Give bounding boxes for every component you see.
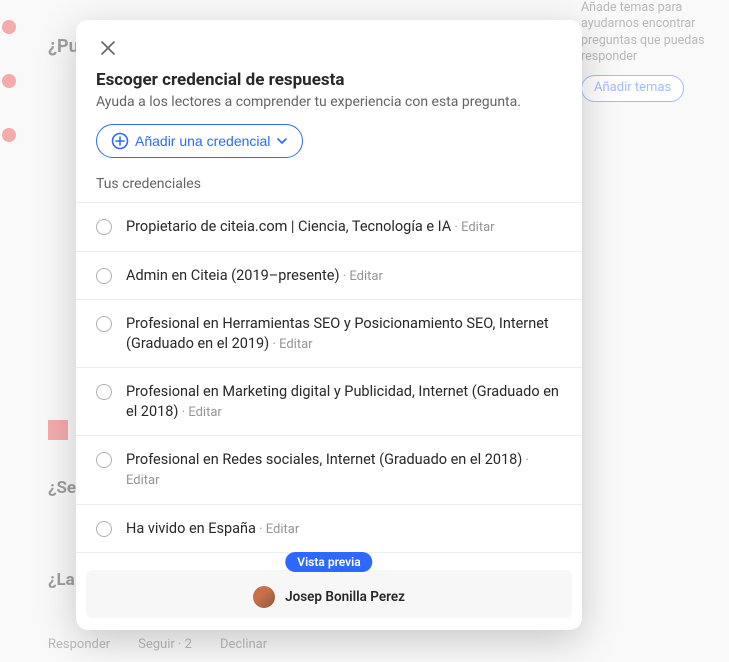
radio-button[interactable] xyxy=(96,521,112,537)
credential-item[interactable]: Profesional en Redes sociales, Internet … xyxy=(76,436,582,504)
edit-link[interactable]: Editar xyxy=(461,220,495,235)
credential-text: Profesional en Redes sociales, Internet … xyxy=(126,450,562,489)
credential-list: Propietario de citeia.com | Ciencia, Tec… xyxy=(76,202,582,560)
separator: · xyxy=(522,453,529,468)
close-icon xyxy=(99,39,117,57)
credential-text: Propietario de citeia.com | Ciencia, Tec… xyxy=(126,217,495,237)
credential-item[interactable]: Propietario de citeia.com | Ciencia, Tec… xyxy=(76,203,582,252)
credential-item[interactable]: Ha vivido en España · Editar xyxy=(76,505,582,554)
avatar xyxy=(253,586,275,608)
separator: · xyxy=(340,269,350,284)
credential-text: Profesional en Herramientas SEO y Posici… xyxy=(126,314,562,353)
close-button[interactable] xyxy=(96,36,120,60)
modal-header: Escoger credencial de respuesta Ayuda a … xyxy=(76,20,582,176)
credential-text: Admin en Citeia (2019–presente) · Editar xyxy=(126,266,383,286)
radio-button[interactable] xyxy=(96,268,112,284)
radio-button[interactable] xyxy=(96,219,112,235)
modal-footer: Vista previa Josep Bonilla Perez xyxy=(76,560,582,630)
modal-subtitle: Ayuda a los lectores a comprender tu exp… xyxy=(96,94,562,110)
chevron-down-icon xyxy=(276,135,288,147)
separator: · xyxy=(178,405,188,420)
modal-title: Escoger credencial de respuesta xyxy=(96,70,562,90)
credential-item[interactable]: Admin en Citeia (2019–presente) · Editar xyxy=(76,252,582,301)
edit-link[interactable]: Editar xyxy=(188,405,222,420)
radio-button[interactable] xyxy=(96,384,112,400)
separator: · xyxy=(269,337,279,352)
credentials-section-label: Tus credenciales xyxy=(76,176,582,202)
credential-modal: Escoger credencial de respuesta Ayuda a … xyxy=(76,20,582,630)
add-credential-button[interactable]: Añadir una credencial xyxy=(96,124,303,158)
separator: · xyxy=(451,220,461,235)
credential-text: Profesional en Marketing digital y Publi… xyxy=(126,382,562,421)
edit-link[interactable]: Editar xyxy=(349,269,383,284)
radio-button[interactable] xyxy=(96,316,112,332)
edit-link[interactable]: Editar xyxy=(279,337,313,352)
preview-badge: Vista previa xyxy=(285,552,372,572)
preview-name: Josep Bonilla Perez xyxy=(285,589,405,605)
credential-label: Admin en Citeia (2019–presente) xyxy=(126,267,340,284)
credential-label: Profesional en Herramientas SEO y Posici… xyxy=(126,315,549,352)
credential-label: Profesional en Redes sociales, Internet … xyxy=(126,451,522,468)
plus-circle-icon xyxy=(111,132,129,150)
preview-card: Josep Bonilla Perez xyxy=(86,570,572,618)
separator: · xyxy=(256,522,266,537)
credential-item[interactable]: Profesional en Herramientas SEO y Posici… xyxy=(76,300,582,368)
radio-button[interactable] xyxy=(96,452,112,468)
credential-item[interactable]: Profesional en Marketing digital y Publi… xyxy=(76,368,582,436)
credential-label: Propietario de citeia.com | Ciencia, Tec… xyxy=(126,218,451,235)
credential-label: Ha vivido en España xyxy=(126,520,256,537)
add-credential-label: Añadir una credencial xyxy=(135,133,270,149)
edit-link[interactable]: Editar xyxy=(126,473,160,488)
edit-link[interactable]: Editar xyxy=(266,522,300,537)
credential-text: Ha vivido en España · Editar xyxy=(126,519,299,539)
